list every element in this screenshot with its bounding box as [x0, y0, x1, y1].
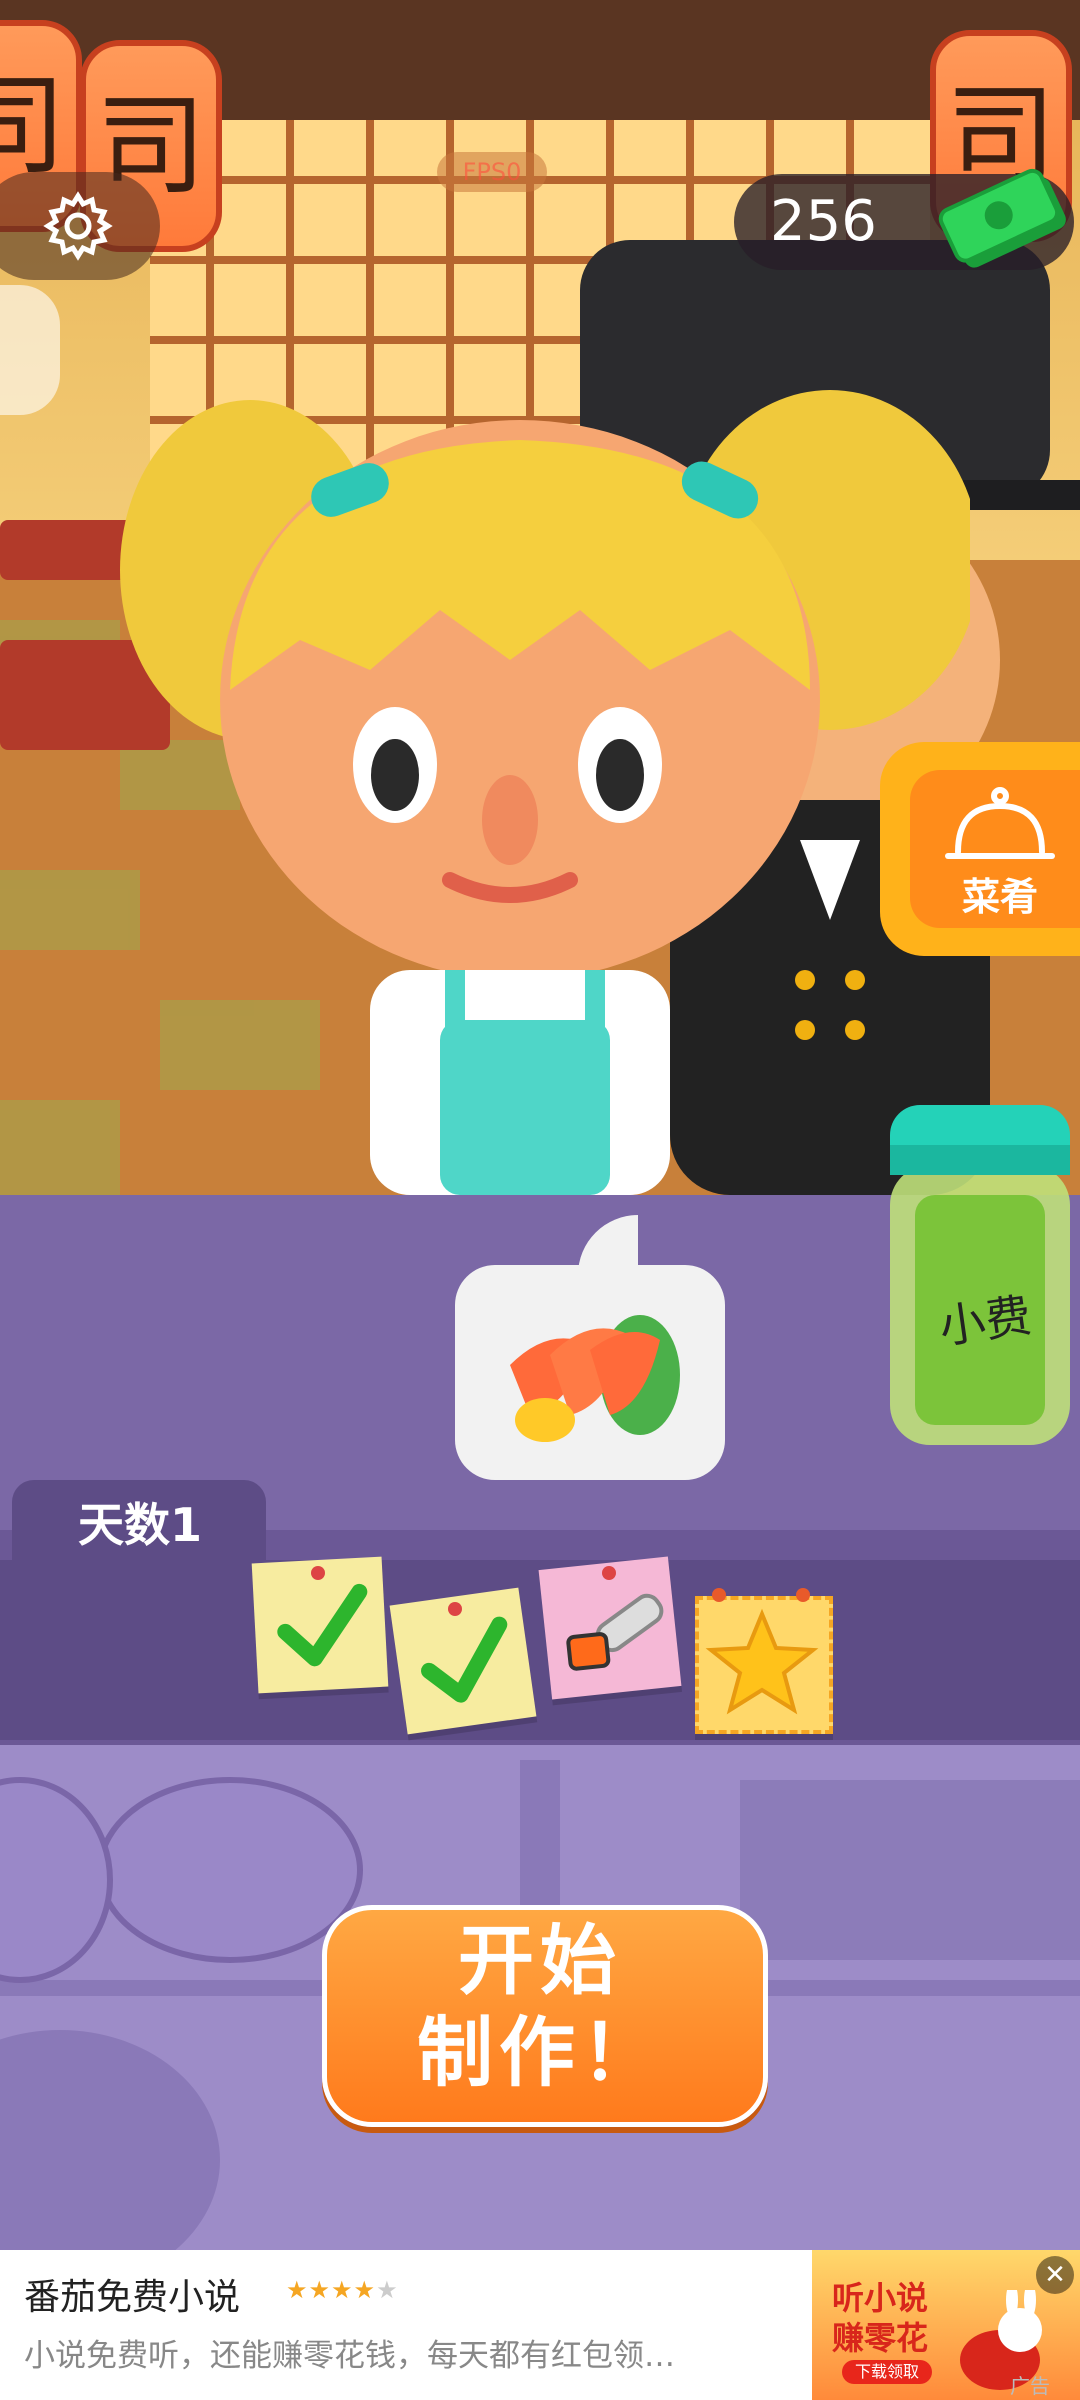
progress-note-completed [389, 1587, 537, 1735]
star-icon [705, 1608, 819, 1715]
money-value: 256 [770, 189, 877, 254]
rating-star-icon: ★ [331, 2276, 354, 2304]
progress-note-reward [695, 1596, 833, 1734]
ad-description[interactable]: 小说免费听，还能赚零花钱，每天都有红包领… [24, 2330, 784, 2374]
rating-star-icon: ★ [353, 2276, 377, 2304]
cloche-icon [945, 787, 1055, 859]
ad-download-badge[interactable]: 下载领取 [842, 2360, 932, 2384]
pin [712, 1588, 726, 1602]
salmon-sashimi-icon [510, 1315, 680, 1442]
day-label: 天数1 [77, 1498, 202, 1552]
ad-rating: ★★★★★ [286, 2276, 406, 2312]
close-icon[interactable]: ✕ [1036, 2256, 1074, 2294]
pin [796, 1588, 810, 1602]
rating-star-icon: ★ [376, 2276, 399, 2304]
fps-counter: FPS0 [437, 152, 547, 192]
gear-icon[interactable] [42, 190, 114, 262]
start-cooking-label: 开始 制作！ [417, 1916, 663, 2097]
menu-button-label: 菜肴 [961, 875, 1038, 919]
rating-star-icon: ★ [308, 2276, 332, 2304]
pin [602, 1566, 616, 1580]
ad-tag: 广告 [1010, 2374, 1050, 2398]
checkmark-icon [421, 1616, 508, 1703]
pin [448, 1602, 462, 1616]
pin [311, 1566, 325, 1580]
ad-title[interactable]: 番茄免费小说 [24, 2268, 284, 2318]
rating-star-icon: ★ [286, 2276, 309, 2304]
customer-character [120, 390, 970, 1195]
side-avatar-button[interactable] [0, 285, 60, 415]
cash-icon [938, 168, 1066, 268]
